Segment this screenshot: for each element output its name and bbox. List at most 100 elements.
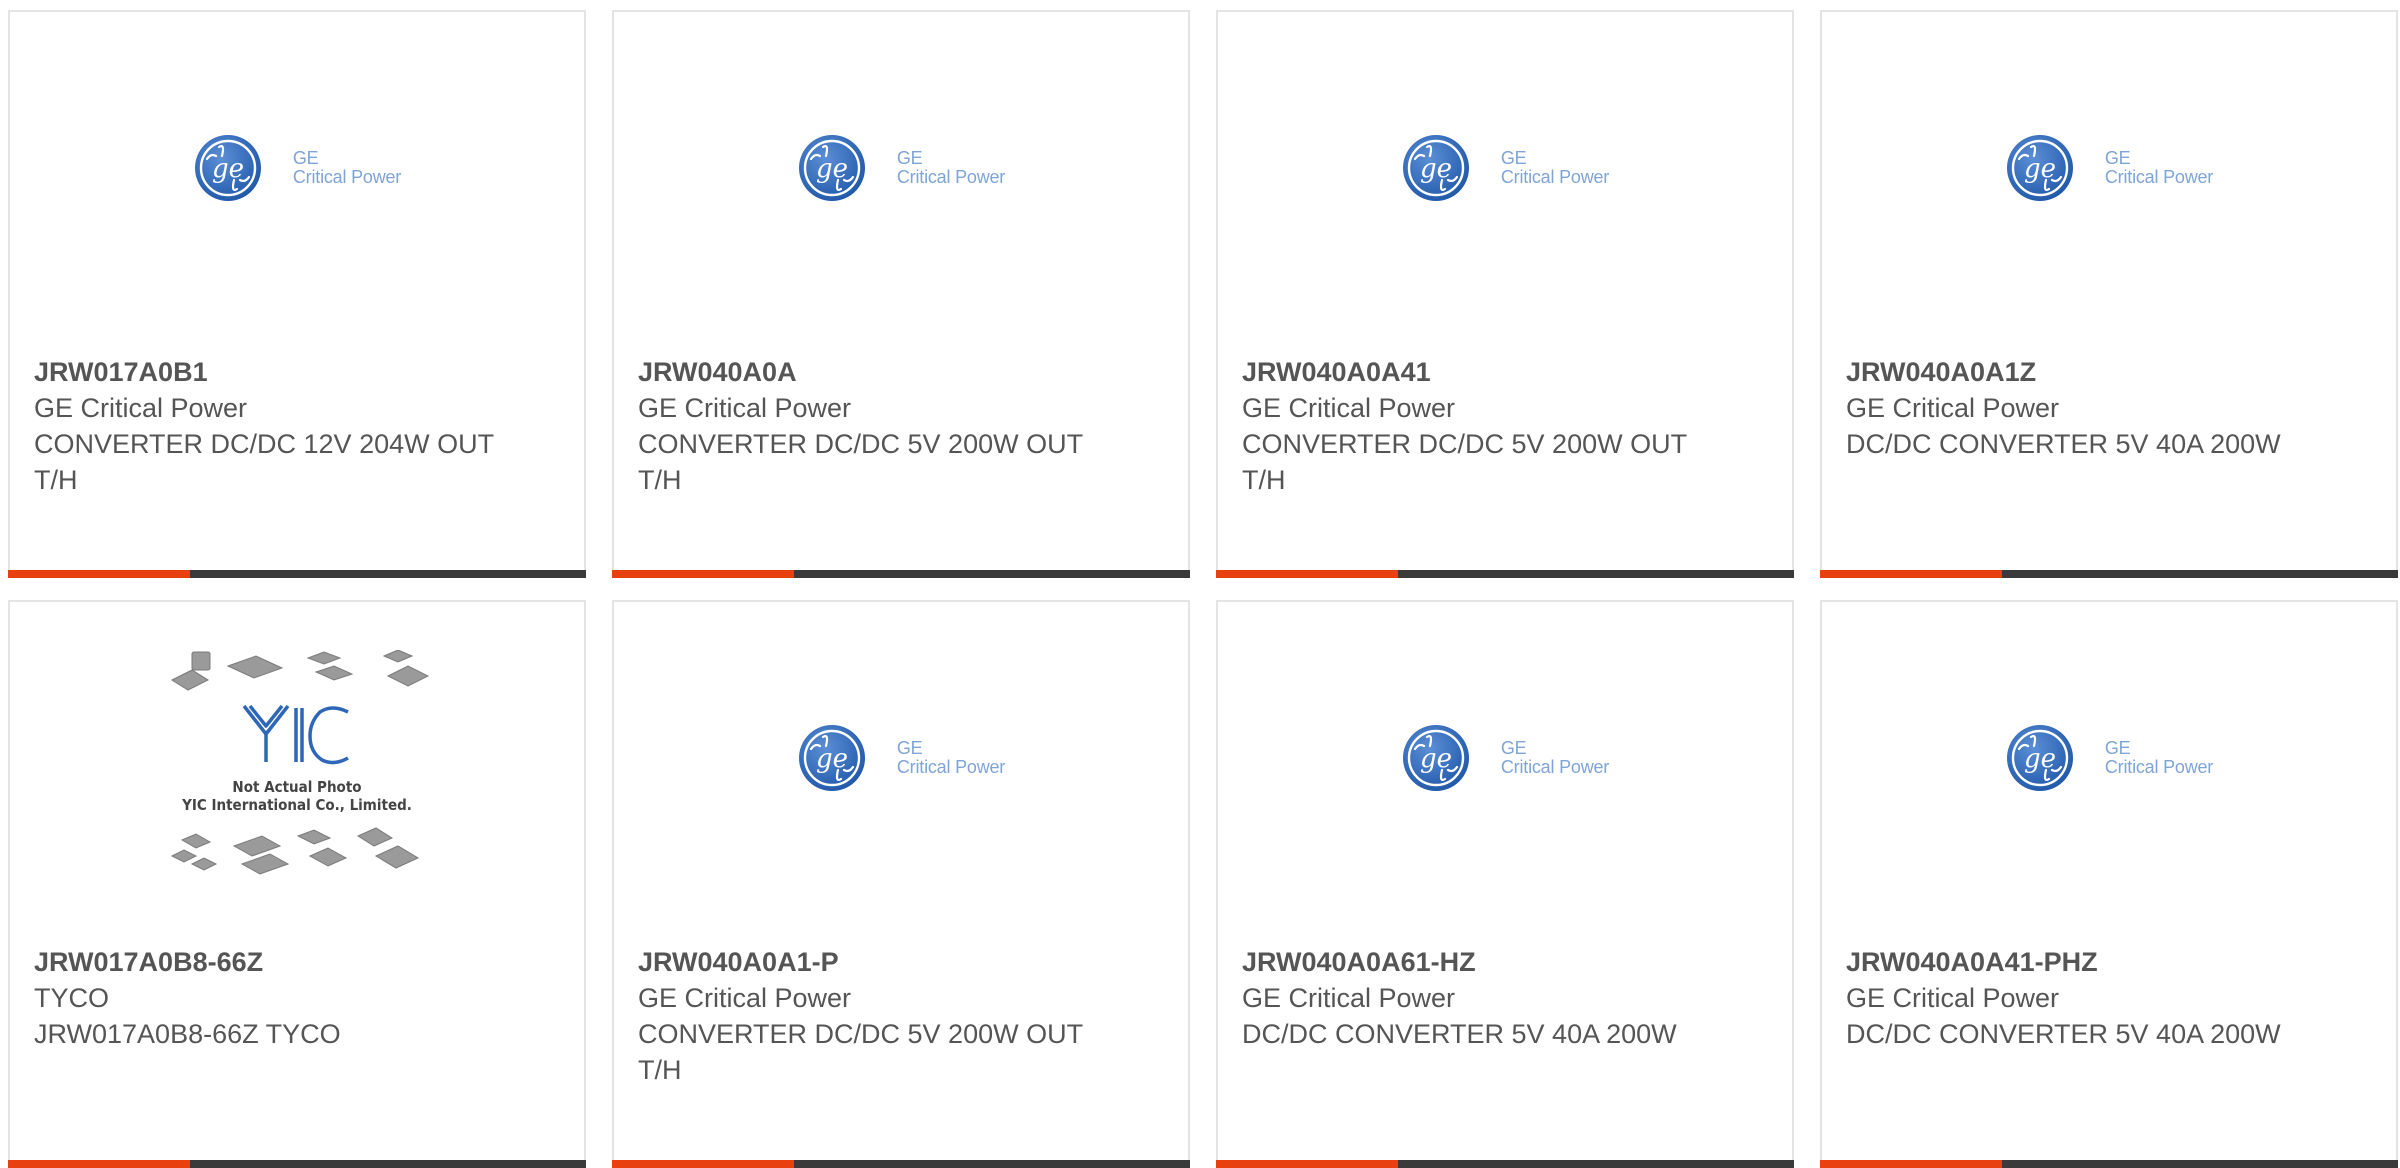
ge-critical-power-logo: ge GE Critical Power: [193, 133, 401, 203]
chip-collage-icon: Not Actual Photo YIC International Co., …: [170, 648, 430, 875]
product-info: JRW040A0A GE Critical Power CONVERTER DC/D…: [638, 354, 1168, 498]
product-description: JRW017A0B8-66Z TYCO: [34, 1019, 341, 1049]
product-image[interactable]: Not Actual Photo YIC International Co., …: [10, 602, 584, 932]
product-manufacturer: GE Critical Power: [1846, 393, 2060, 423]
ge-monogram-icon: ge: [194, 135, 261, 201]
product-manufacturer: GE Critical Power: [1242, 983, 1456, 1013]
product-part-number[interactable]: JRW017A0B8-66Z: [34, 944, 564, 980]
ge-logo-text: GE Critical Power: [897, 149, 1005, 187]
ge-monogram-icon: ge: [798, 135, 865, 201]
product-image[interactable]: ge GE Critical Power: [1822, 602, 2396, 932]
product-card[interactable]: Not Actual Photo YIC International Co., …: [8, 600, 586, 1168]
product-image[interactable]: ge GE Critical Power: [614, 602, 1188, 932]
product-description: CONVERTER DC/DC 12V 204W OUT T/H: [34, 429, 494, 495]
product-part-number[interactable]: JRW040A0A1Z: [1846, 354, 2376, 390]
ge-critical-power-logo: ge GE Critical Power: [797, 723, 1005, 793]
product-info: JRW040A0A61-HZ GE Critical Power DC/DC CON…: [1242, 944, 1772, 1052]
product-manufacturer: TYCO: [34, 983, 110, 1013]
ge-logo-line2: Critical Power: [292, 167, 402, 187]
svg-text:ge: ge: [2024, 154, 2056, 184]
ge-logo-line2: Critical Power: [896, 167, 1006, 187]
ge-critical-power-logo: ge GE Critical Power: [1401, 133, 1609, 203]
placeholder-line1: Not Actual Photo: [232, 778, 361, 796]
product-card[interactable]: ge GE Critical Power JRW040A0A1-P GE Crit…: [612, 600, 1190, 1168]
product-image[interactable]: ge GE Critical Power: [1218, 12, 1792, 342]
ge-logo-text: GE Critical Power: [1501, 739, 1609, 777]
product-description: CONVERTER DC/DC 5V 200W OUT T/H: [638, 429, 1083, 495]
ge-monogram-icon: ge: [798, 725, 865, 791]
product-info: JRW040A0A41-PHZ GE Critical Power DC/DC CO…: [1846, 944, 2376, 1052]
product-description: DC/DC CONVERTER 5V 40A 200W: [1242, 1019, 1677, 1049]
product-description: DC/DC CONVERTER 5V 40A 200W: [1846, 429, 2281, 459]
product-image[interactable]: ge GE Critical Power: [1822, 12, 2396, 342]
product-part-number[interactable]: JRW040A0A41: [1242, 354, 1772, 390]
product-description: CONVERTER DC/DC 5V 200W OUT T/H: [638, 1019, 1083, 1085]
card-bottom-bar: [8, 570, 586, 578]
product-info: JRW017A0B1 GE Critical Power CONVERTER DC/…: [34, 354, 564, 498]
product-card[interactable]: ge GE Critical Power JRW040A0A41-PHZ GE C…: [1820, 600, 2398, 1168]
ge-logo-line1: GE: [1500, 738, 1527, 758]
product-manufacturer: GE Critical Power: [638, 393, 852, 423]
product-info: JRW040A0A41 GE Critical Power CONVERTER DC…: [1242, 354, 1772, 498]
product-card[interactable]: ge GE Critical Power JRW017A0B1 GE Critic…: [8, 10, 586, 578]
ge-logo-text: GE Critical Power: [897, 739, 1005, 777]
product-image[interactable]: ge GE Critical Power: [614, 12, 1188, 342]
ge-logo-line1: GE: [2104, 738, 2131, 758]
ge-logo-line2: Critical Power: [1500, 167, 1610, 187]
product-card[interactable]: ge GE Critical Power JRW040A0A41 GE Criti…: [1216, 10, 1794, 578]
product-part-number[interactable]: JRW040A0A61-HZ: [1242, 944, 1772, 980]
ge-logo-line2: Critical Power: [2104, 167, 2214, 187]
ge-monogram-icon: ge: [2006, 135, 2073, 201]
product-part-number[interactable]: JRW017A0B1: [34, 354, 564, 390]
svg-text:ge: ge: [816, 154, 848, 184]
product-info: JRW040A0A1Z GE Critical Power DC/DC CONVER…: [1846, 354, 2376, 462]
product-part-number[interactable]: JRW040A0A1-P: [638, 944, 1168, 980]
ge-monogram-icon: ge: [2006, 725, 2073, 791]
product-description: DC/DC CONVERTER 5V 40A 200W: [1846, 1019, 2281, 1049]
product-info: JRW040A0A1-P GE Critical Power CONVERTER D…: [638, 944, 1168, 1088]
ge-logo-text: GE Critical Power: [1501, 149, 1609, 187]
ge-logo-line1: GE: [896, 148, 923, 168]
ge-logo-line1: GE: [2104, 148, 2131, 168]
product-card[interactable]: ge GE Critical Power JRW040A0A1Z GE Criti…: [1820, 10, 2398, 578]
ge-logo-line2: Critical Power: [1500, 757, 1610, 777]
card-bottom-bar: [1216, 570, 1794, 578]
product-image[interactable]: ge GE Critical Power: [10, 12, 584, 342]
ge-monogram-icon: ge: [1402, 725, 1469, 791]
product-manufacturer: GE Critical Power: [34, 393, 248, 423]
ge-logo-line2: Critical Power: [896, 757, 1006, 777]
ge-logo-line1: GE: [896, 738, 923, 758]
card-bottom-bar: [1820, 570, 2398, 578]
product-manufacturer: GE Critical Power: [638, 983, 852, 1013]
ge-monogram-icon: ge: [1402, 135, 1469, 201]
placeholder-line2: YIC International Co., Limited.: [181, 796, 412, 814]
ge-critical-power-logo: ge GE Critical Power: [797, 133, 1005, 203]
product-manufacturer: GE Critical Power: [1242, 393, 1456, 423]
ge-logo-line2: Critical Power: [2104, 757, 2214, 777]
ge-critical-power-logo: ge GE Critical Power: [1401, 723, 1609, 793]
product-image[interactable]: ge GE Critical Power: [1218, 602, 1792, 932]
ge-logo-text: GE Critical Power: [293, 149, 401, 187]
svg-text:ge: ge: [1420, 744, 1452, 774]
product-part-number[interactable]: JRW040A0A: [638, 354, 1168, 390]
product-manufacturer: GE Critical Power: [1846, 983, 2060, 1013]
ge-critical-power-logo: ge GE Critical Power: [2005, 723, 2213, 793]
ge-logo-text: GE Critical Power: [2105, 739, 2213, 777]
product-part-number[interactable]: JRW040A0A41-PHZ: [1846, 944, 2376, 980]
product-card[interactable]: ge GE Critical Power JRW040A0A GE Critica…: [612, 10, 1190, 578]
product-info: JRW017A0B8-66Z TYCO JRW017A0B8-66Z TYCO: [34, 944, 564, 1052]
svg-text:ge: ge: [2024, 744, 2056, 774]
card-accent-bar: [1216, 570, 1398, 578]
product-description: CONVERTER DC/DC 5V 200W OUT T/H: [1242, 429, 1687, 495]
svg-text:ge: ge: [1420, 154, 1452, 184]
card-accent-bar: [8, 570, 190, 578]
ge-logo-line1: GE: [1500, 148, 1527, 168]
card-accent-bar: [612, 570, 794, 578]
product-card[interactable]: ge GE Critical Power JRW040A0A61-HZ GE Cr…: [1216, 600, 1794, 1168]
ge-critical-power-logo: ge GE Critical Power: [2005, 133, 2213, 203]
not-actual-photo-placeholder: Not Actual Photo YIC International Co., …: [162, 648, 432, 891]
card-accent-bar: [1820, 570, 2002, 578]
card-bottom-bar: [612, 570, 1190, 578]
product-grid: ge GE Critical Power JRW017A0B1 GE Critic…: [8, 10, 2400, 1168]
svg-text:ge: ge: [212, 154, 244, 184]
